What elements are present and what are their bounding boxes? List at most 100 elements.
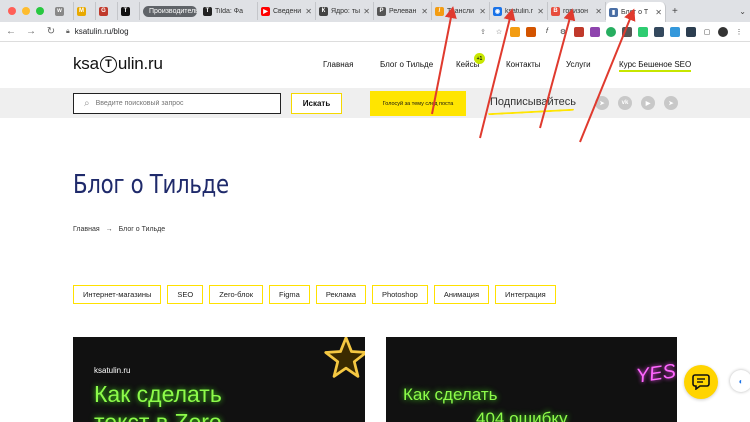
subscribe-underline	[487, 106, 575, 116]
post-card[interactable]: ksatulin.ru Как сделать текст в Zero	[73, 337, 365, 422]
share-icon[interactable]: ⇪	[478, 27, 488, 37]
extension-icon[interactable]	[686, 26, 696, 37]
reload-icon[interactable]: ↻	[46, 26, 56, 37]
tab-search-icon[interactable]: ⌄	[735, 7, 750, 16]
tab-favicon: G	[99, 6, 108, 16]
extension-icon[interactable]	[526, 26, 536, 37]
telegram-icon[interactable]: ➤	[664, 96, 678, 110]
maximize-window-button[interactable]	[36, 7, 44, 15]
extension-icon[interactable]	[654, 26, 664, 37]
star-icon	[324, 337, 365, 378]
vote-topic-button[interactable]: Голосуй за тему след поста	[370, 91, 466, 116]
tab-9[interactable]: Р Релеван ✕	[374, 2, 432, 20]
tab-7[interactable]: ▶ Сведени ✕	[258, 2, 316, 20]
tag-seo[interactable]: SEO	[167, 285, 204, 304]
nav-course[interactable]: Курс Бешеное SEO	[619, 60, 692, 72]
tab-favicon: ▮	[609, 7, 618, 17]
card-sticker: YES	[634, 360, 677, 388]
tab-group-pill[interactable]: Производитель	[140, 2, 200, 20]
close-tab-icon[interactable]: ✕	[537, 7, 544, 16]
search-icon: ⌕	[84, 98, 90, 109]
close-tab-icon[interactable]: ✕	[421, 7, 428, 16]
chat-icon	[692, 374, 710, 390]
tab-12[interactable]: Bгоризон ✕	[548, 2, 606, 20]
tab-4[interactable]: T	[118, 2, 140, 20]
card-brand: ksatulin.ru	[94, 366, 131, 375]
menu-dots-icon[interactable]: ⋮	[734, 27, 744, 37]
search-input[interactable]	[95, 100, 266, 107]
tab-strip: w M G T Производитель T Tilda: Фа ▶ Сведен…	[0, 0, 750, 22]
breadcrumb-separator: →	[105, 226, 113, 233]
tag-ecommerce[interactable]: Интернет-магазины	[73, 285, 162, 304]
breadcrumb: Главная → Блог о Тильде	[73, 226, 165, 233]
tag-ads[interactable]: Реклама	[315, 285, 366, 304]
nav-contacts[interactable]: Контакты	[506, 60, 541, 69]
new-tab-icon[interactable]: +	[666, 6, 684, 17]
main-nav: Главная Блог о Тильде Кейсы +1 Контакты …	[0, 53, 750, 74]
close-tab-icon[interactable]: ✕	[479, 7, 486, 16]
tab-3[interactable]: G	[96, 2, 118, 20]
tab-favicon: /	[435, 6, 444, 16]
extension-icon[interactable]	[574, 26, 584, 37]
search-box[interactable]: ⌕	[73, 93, 281, 114]
close-tab-icon[interactable]: ✕	[595, 7, 602, 16]
back-icon[interactable]: ←	[6, 26, 16, 37]
puzzle-icon[interactable]: ▢	[702, 27, 712, 37]
youtube-icon[interactable]: ▶	[641, 96, 655, 110]
post-card[interactable]: Как сделать 404 ошибку YES	[386, 337, 677, 422]
tab-favicon: ◉	[493, 6, 502, 16]
extension-icon[interactable]	[638, 26, 648, 37]
address-bar[interactable]: 🔒︎ ksatulin.ru/blog	[66, 27, 466, 36]
tab-11[interactable]: ◉ ksatulin.r ✕	[490, 2, 548, 20]
extension-icon[interactable]	[510, 26, 520, 37]
tab-favicon: T	[203, 6, 212, 16]
tab-6[interactable]: T Tilda: Фа	[200, 2, 258, 20]
tab-title: Трансли	[447, 7, 475, 15]
tab-2[interactable]: M	[74, 2, 96, 20]
chat-button[interactable]	[684, 365, 718, 399]
bookmark-star-icon[interactable]: ☆	[494, 27, 504, 37]
extensions-bar: ⇪ ☆ f ⚙ ▢ ⋮	[478, 26, 744, 37]
search-button[interactable]: Искать	[291, 93, 342, 114]
search-band: ⌕ Искать Голосуй за тему след поста Подп…	[0, 88, 750, 118]
extension-icon[interactable]	[670, 26, 680, 37]
tab-1[interactable]: w	[52, 2, 74, 20]
nav-services[interactable]: Услуги	[566, 60, 591, 69]
forward-icon[interactable]: →	[26, 26, 36, 37]
vk-icon[interactable]: vk	[618, 96, 632, 110]
tab-8[interactable]: К Ядро: ты ✕	[316, 2, 374, 20]
tag-animation[interactable]: Анимация	[433, 285, 490, 304]
extension-icon[interactable]: f	[542, 27, 552, 37]
tag-zero-block[interactable]: Zero-блок	[209, 285, 264, 304]
tab-title: горизон	[563, 7, 588, 15]
card-headline: 404 ошибку	[476, 409, 568, 422]
close-tab-icon[interactable]: ✕	[655, 8, 662, 17]
extension-icon[interactable]: ⚙	[558, 27, 568, 37]
lock-icon[interactable]: 🔒︎	[66, 28, 70, 36]
tab-active[interactable]: ▮ Блог о Т ✕	[606, 2, 666, 22]
subscribe-label: Подписывайтесь	[490, 96, 576, 108]
nav-home[interactable]: Главная	[323, 60, 353, 69]
minimize-window-button[interactable]	[22, 7, 30, 15]
extension-icon[interactable]	[622, 26, 632, 37]
site-header: ksa Tulin.ru Главная Блог о Тильде Кейсы …	[0, 42, 750, 88]
close-tab-icon[interactable]: ✕	[363, 7, 370, 16]
close-window-button[interactable]	[8, 7, 16, 15]
tag-photoshop[interactable]: Photoshop	[371, 285, 428, 304]
tag-figma[interactable]: Figma	[269, 285, 310, 304]
tab-favicon: M	[77, 6, 86, 16]
side-widget-icon[interactable]: ◐	[730, 370, 750, 392]
close-tab-icon[interactable]: ✕	[305, 7, 312, 16]
tab-10[interactable]: / Трансли ✕	[432, 2, 490, 20]
nav-blog[interactable]: Блог о Тильде	[380, 60, 433, 69]
tab-favicon: w	[55, 6, 64, 16]
telegram-icon[interactable]: ➤	[595, 96, 609, 110]
extension-icon[interactable]	[590, 26, 600, 37]
extension-icon[interactable]	[606, 26, 616, 37]
tab-title: Релеван	[389, 7, 417, 15]
tag-integration[interactable]: Интеграция	[495, 285, 556, 304]
breadcrumb-home[interactable]: Главная	[73, 226, 100, 233]
avatar[interactable]	[718, 26, 728, 37]
card-headline: текст в Zero	[94, 409, 222, 422]
tab-title: Tilda: Фа	[215, 7, 244, 15]
